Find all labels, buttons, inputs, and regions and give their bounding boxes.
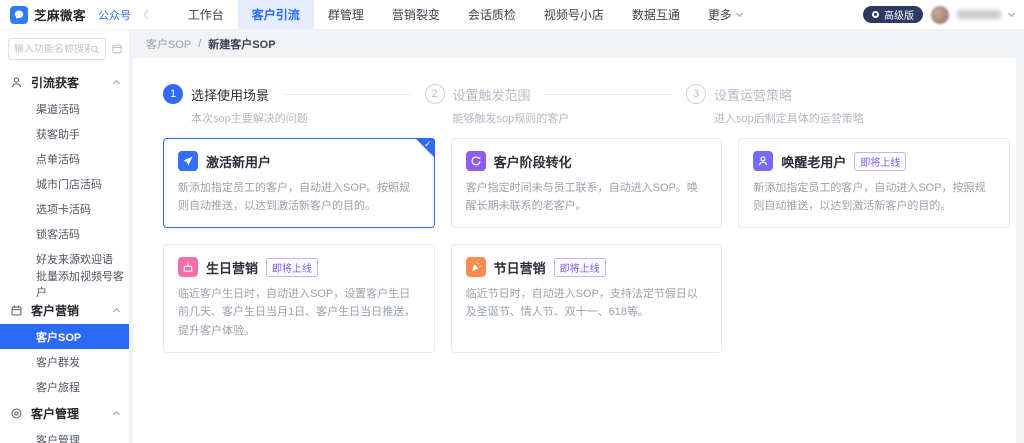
sidebar-item-customer-mass-send[interactable]: 客户群发 bbox=[0, 349, 129, 374]
card-birthday-marketing[interactable]: 生日营销 即将上线 临近客户生日时，自动进入SOP，设置客户生日前几天、客户生日… bbox=[163, 244, 435, 352]
search-input[interactable] bbox=[14, 44, 90, 55]
nav-item-customer-acquisition[interactable]: 客户引流 bbox=[238, 0, 314, 29]
plan-badge[interactable]: 高级版 bbox=[863, 6, 923, 23]
sop-wizard-panel: 1 选择使用场景 本次sop主要解决的问题 2 设置触发范围 能够触发sop规则… bbox=[133, 58, 1016, 443]
card-title: 节日营销 bbox=[494, 258, 546, 277]
breadcrumb-parent[interactable]: 客户SOP bbox=[146, 36, 191, 52]
rocket-icon bbox=[178, 151, 198, 171]
step-operation-strategy: 3 设置运营策略 进入sop后制定具体的运营策略 bbox=[686, 84, 986, 126]
coming-soon-badge: 即将上线 bbox=[854, 152, 906, 171]
chevron-up-icon bbox=[113, 411, 120, 418]
scenario-cards: ✓ 激活新用户 新添加指定员工的客户，自动进入SOP。按照规则自动推送，以达到激… bbox=[133, 126, 1016, 353]
sidebar-item-city-store-qr[interactable]: 城市门店活码 bbox=[0, 171, 129, 196]
brand-cluster: 芝麻微客 公众号 ☾ bbox=[10, 0, 154, 29]
step-title: 选择使用场景 bbox=[191, 85, 269, 104]
card-title: 生日营销 bbox=[206, 258, 258, 277]
nav-item-group-management[interactable]: 群管理 bbox=[314, 0, 378, 29]
card-description: 临近节日时，自动进入SOP，支持法定节假日以及圣诞节、情人节、双十一、618等。 bbox=[466, 285, 708, 321]
coming-soon-badge: 即将上线 bbox=[554, 258, 606, 277]
sidebar-search[interactable] bbox=[8, 38, 106, 60]
card-festival-marketing[interactable]: 节日营销 即将上线 临近节日时，自动进入SOP，支持法定节假日以及圣诞节、情人节… bbox=[451, 244, 723, 352]
channel-tag[interactable]: 公众号 bbox=[98, 7, 131, 23]
nav-item-channels-shop[interactable]: 视频号小店 bbox=[530, 0, 618, 29]
plan-icon bbox=[872, 11, 879, 18]
top-nav: 工作台 客户引流 群管理 营销裂变 会话质检 视频号小店 数据互通 更多 bbox=[174, 0, 756, 29]
avatar[interactable] bbox=[931, 6, 949, 24]
calendar-icon bbox=[10, 304, 23, 317]
card-customer-stage-conversion[interactable]: 客户阶段转化 客户指定时间未与员工联系，自动进入SOP。唤醒长期未联系的老客户。 bbox=[451, 138, 723, 228]
main-content: 客户SOP / 新建客户SOP 1 选择使用场景 本次sop主要解决的问题 2 bbox=[130, 30, 1024, 443]
management-icon bbox=[10, 407, 23, 420]
breadcrumb: 客户SOP / 新建客户SOP bbox=[130, 30, 1024, 58]
chevron-down-icon bbox=[736, 9, 743, 16]
chevron-up-icon bbox=[113, 80, 120, 87]
step-title: 设置运营策略 bbox=[714, 85, 792, 104]
nav-item-data-interchange[interactable]: 数据互通 bbox=[618, 0, 694, 29]
topbar: 芝麻微客 公众号 ☾ 工作台 客户引流 群管理 营销裂变 会话质检 视频号小店 … bbox=[0, 0, 1024, 30]
sidebar-item-order-qr[interactable]: 点单活码 bbox=[0, 146, 129, 171]
card-description: 客户指定时间未与员工联系，自动进入SOP。唤醒长期未联系的老客户。 bbox=[466, 179, 708, 215]
cake-icon bbox=[178, 257, 198, 277]
app-title: 芝麻微客 bbox=[34, 5, 86, 24]
panel-toggle-icon[interactable] bbox=[111, 43, 123, 55]
check-icon: ✓ bbox=[424, 139, 432, 150]
app-logo-icon[interactable] bbox=[10, 6, 28, 24]
breadcrumb-current: 新建客户SOP bbox=[208, 36, 275, 52]
step-connector bbox=[545, 94, 672, 95]
step-number: 3 bbox=[686, 84, 706, 104]
sidebar-item-batch-add-channels[interactable]: 批量添加视频号客户 bbox=[0, 271, 129, 296]
step-number: 2 bbox=[425, 84, 445, 104]
user-icon bbox=[753, 151, 773, 171]
card-title: 激活新用户 bbox=[206, 152, 271, 171]
search-icon bbox=[90, 44, 100, 55]
step-subtitle: 本次sop主要解决的问题 bbox=[191, 110, 425, 126]
nav-item-workbench[interactable]: 工作台 bbox=[174, 0, 238, 29]
sidebar: 引流获客 渠道活码 获客助手 点单活码 城市门店活码 选项卡活码 锁客活码 好友… bbox=[0, 30, 130, 443]
moon-icon[interactable]: ☾ bbox=[143, 9, 154, 21]
step-number: 1 bbox=[163, 84, 183, 104]
sidebar-section-acquisition[interactable]: 引流获客 bbox=[0, 68, 129, 96]
sidebar-section-marketing[interactable]: 客户营销 bbox=[0, 296, 129, 324]
breadcrumb-separator: / bbox=[198, 38, 201, 50]
coming-soon-badge: 即将上线 bbox=[266, 258, 318, 277]
sidebar-item-customer-journey[interactable]: 客户旅程 bbox=[0, 374, 129, 399]
sidebar-item-customer-management[interactable]: 客户管理 bbox=[0, 427, 129, 443]
nav-item-marketing-fission[interactable]: 营销裂变 bbox=[378, 0, 454, 29]
step-title: 设置触发范围 bbox=[453, 85, 531, 104]
sidebar-item-customer-sop[interactable]: 客户SOP bbox=[0, 324, 129, 349]
card-title: 唤醒老用户 bbox=[781, 152, 846, 171]
nav-item-chat-inspection[interactable]: 会话质检 bbox=[454, 0, 530, 29]
sidebar-section-management[interactable]: 客户管理 bbox=[0, 399, 129, 427]
step-connector bbox=[283, 94, 410, 95]
sidebar-item-tab-qr[interactable]: 选项卡活码 bbox=[0, 196, 129, 221]
user-name-redacted bbox=[957, 10, 1001, 19]
user-plus-icon bbox=[10, 76, 23, 89]
user-menu-chevron-icon[interactable] bbox=[1008, 9, 1015, 16]
chevron-up-icon bbox=[113, 308, 120, 315]
card-description: 新添加指定员工的客户，自动进入SOP，按照规则自动推送，以达到激活新客户的目的。 bbox=[753, 179, 995, 215]
card-title: 客户阶段转化 bbox=[494, 152, 572, 171]
topbar-right: 高级版 bbox=[863, 0, 1014, 29]
sidebar-item-acquisition-assistant[interactable]: 获客助手 bbox=[0, 121, 129, 146]
step-subtitle: 进入sop后制定具体的运营策略 bbox=[714, 110, 986, 126]
party-icon bbox=[466, 257, 486, 277]
step-choose-scene: 1 选择使用场景 本次sop主要解决的问题 bbox=[163, 84, 425, 126]
card-wake-old-user[interactable]: 唤醒老用户 即将上线 新添加指定员工的客户，自动进入SOP，按照规则自动推送，以… bbox=[738, 138, 1010, 228]
step-trigger-scope: 2 设置触发范围 能够触发sop规则的客户 bbox=[425, 84, 687, 126]
wizard-stepper: 1 选择使用场景 本次sop主要解决的问题 2 设置触发范围 能够触发sop规则… bbox=[133, 84, 1016, 126]
refresh-icon bbox=[466, 151, 486, 171]
card-description: 临近客户生日时，自动进入SOP，设置客户生日前几天、客户生日当月1日、客户生日当… bbox=[178, 285, 420, 339]
sidebar-item-lock-customer-qr[interactable]: 锁客活码 bbox=[0, 221, 129, 246]
card-activate-new-user[interactable]: ✓ 激活新用户 新添加指定员工的客户，自动进入SOP。按照规则自动推送，以达到激… bbox=[163, 138, 435, 228]
nav-item-more[interactable]: 更多 bbox=[694, 0, 756, 29]
sidebar-item-channel-qr[interactable]: 渠道活码 bbox=[0, 96, 129, 121]
step-subtitle: 能够触发sop规则的客户 bbox=[453, 110, 687, 126]
card-description: 新添加指定员工的客户，自动进入SOP。按照规则自动推送，以达到激活新客户的目的。 bbox=[178, 179, 420, 215]
